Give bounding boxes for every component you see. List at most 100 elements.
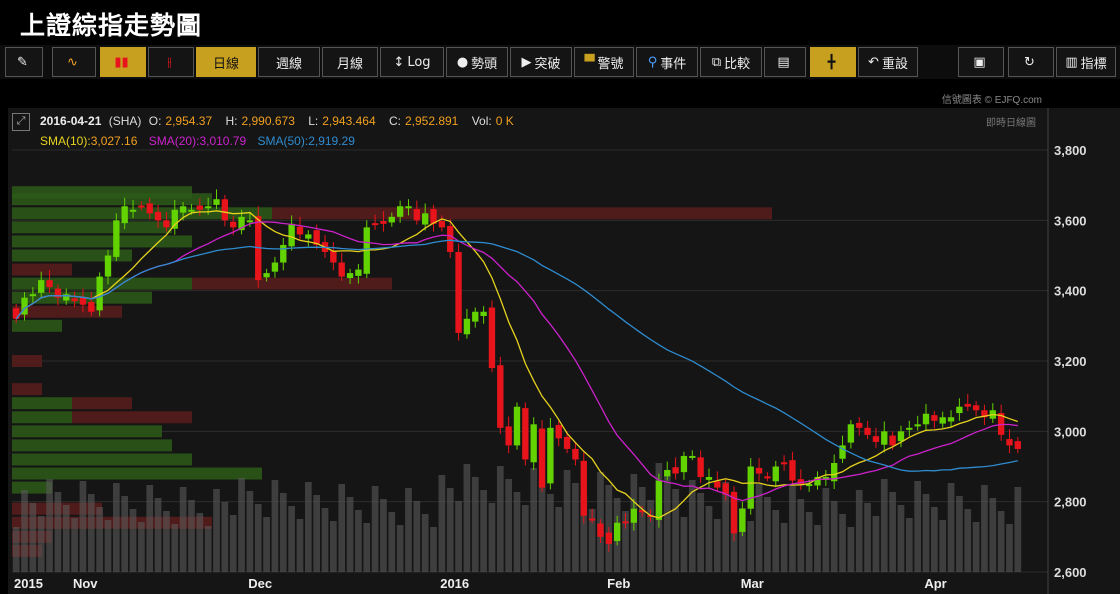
volume-bar [972, 522, 980, 572]
volume-bar [872, 516, 880, 572]
volume-bar [830, 501, 838, 572]
candle [396, 206, 404, 217]
x-tick-label: 2016 [440, 576, 469, 591]
volume-bar [864, 503, 871, 572]
y-tick-label: 2,600 [1054, 565, 1087, 580]
candle [881, 431, 888, 445]
candle [355, 269, 362, 276]
volume-bar [355, 510, 362, 572]
x-tick-label: Mar [741, 576, 764, 591]
candle [705, 477, 713, 480]
y-tick-label: 3,800 [1054, 143, 1087, 158]
volume-bar [680, 517, 688, 572]
volume-profile-bar [12, 425, 162, 438]
volume-bar [279, 493, 287, 572]
candle [1014, 441, 1021, 449]
volume-bar [413, 501, 421, 572]
candle [513, 406, 521, 446]
volume-bar [421, 514, 429, 572]
volume-bar [213, 489, 220, 572]
candle [196, 205, 203, 210]
candle [856, 422, 863, 428]
candle [772, 466, 779, 482]
candle [221, 199, 229, 221]
candle [780, 462, 788, 465]
candle [655, 480, 663, 520]
candle [413, 209, 421, 221]
candle [889, 435, 896, 446]
volume-bar [1006, 524, 1013, 572]
candle [371, 223, 379, 226]
candle [914, 424, 921, 427]
x-tick-label: Apr [924, 576, 946, 591]
volume-profile-bar [72, 411, 192, 424]
volume-bar [496, 466, 504, 572]
volume-bar [263, 517, 270, 572]
candle [956, 406, 963, 414]
volume-bar [338, 484, 346, 572]
candlestick-chart[interactable]: 3,800 3,600 3,400 3,200 3,000 2,800 2,600 2015 N… [0, 0, 1120, 594]
candle [897, 431, 905, 442]
y-tick-label: 3,200 [1054, 354, 1087, 369]
y-tick-label: 3,400 [1054, 284, 1087, 299]
candle [755, 467, 763, 474]
volume-bar [563, 470, 571, 572]
volume-bar [296, 519, 304, 572]
x-tick-label: Dec [248, 576, 272, 591]
volume-bar [997, 511, 1005, 572]
candle [672, 467, 679, 474]
candle [246, 220, 254, 223]
volume-bar [271, 480, 279, 572]
candle [296, 226, 304, 235]
volume-bar [931, 507, 938, 572]
candle [488, 307, 496, 369]
x-tick-label: 2015 [14, 576, 43, 591]
candle [213, 199, 220, 205]
candle [447, 225, 454, 252]
candle [346, 273, 354, 279]
candle [547, 427, 554, 484]
volume-bar [822, 488, 830, 572]
volume-bar [313, 495, 321, 572]
volume-bar [238, 478, 245, 572]
candle [455, 251, 462, 333]
y-tick-label: 3,000 [1054, 424, 1087, 439]
volume-bar [772, 510, 780, 572]
volume-bar [547, 494, 554, 572]
volume-bar [530, 468, 538, 572]
candle [588, 518, 596, 521]
volume-bar [129, 509, 137, 572]
candle [906, 427, 913, 430]
volume-bar [747, 521, 755, 572]
volume-bar [964, 509, 972, 572]
volume-bar [880, 479, 888, 572]
candle [38, 280, 45, 293]
x-tick-label: Feb [607, 576, 630, 591]
candle [689, 455, 696, 458]
volume-bar [363, 523, 371, 572]
volume-bar [54, 492, 62, 572]
volume-bar [87, 494, 95, 572]
candle [555, 425, 562, 439]
candle [104, 255, 112, 277]
volume-bar [555, 507, 563, 572]
candle [154, 211, 162, 221]
volume-bar [522, 505, 529, 572]
volume-bar [939, 520, 947, 572]
volume-bar [204, 526, 212, 572]
volume-bar [371, 486, 379, 572]
volume-bar [1014, 487, 1022, 572]
candle [305, 234, 312, 239]
y-tick-label: 3,600 [1054, 213, 1087, 228]
volume-profile-bar [12, 319, 62, 332]
volume-bar [71, 518, 78, 572]
volume-bar [956, 496, 963, 572]
candle [179, 206, 187, 213]
volume-bar [705, 506, 713, 572]
candle [472, 311, 479, 322]
volume-bar [79, 481, 87, 572]
candle [422, 213, 429, 225]
volume-bar [46, 479, 53, 572]
candle [388, 216, 395, 223]
candle [497, 365, 504, 428]
